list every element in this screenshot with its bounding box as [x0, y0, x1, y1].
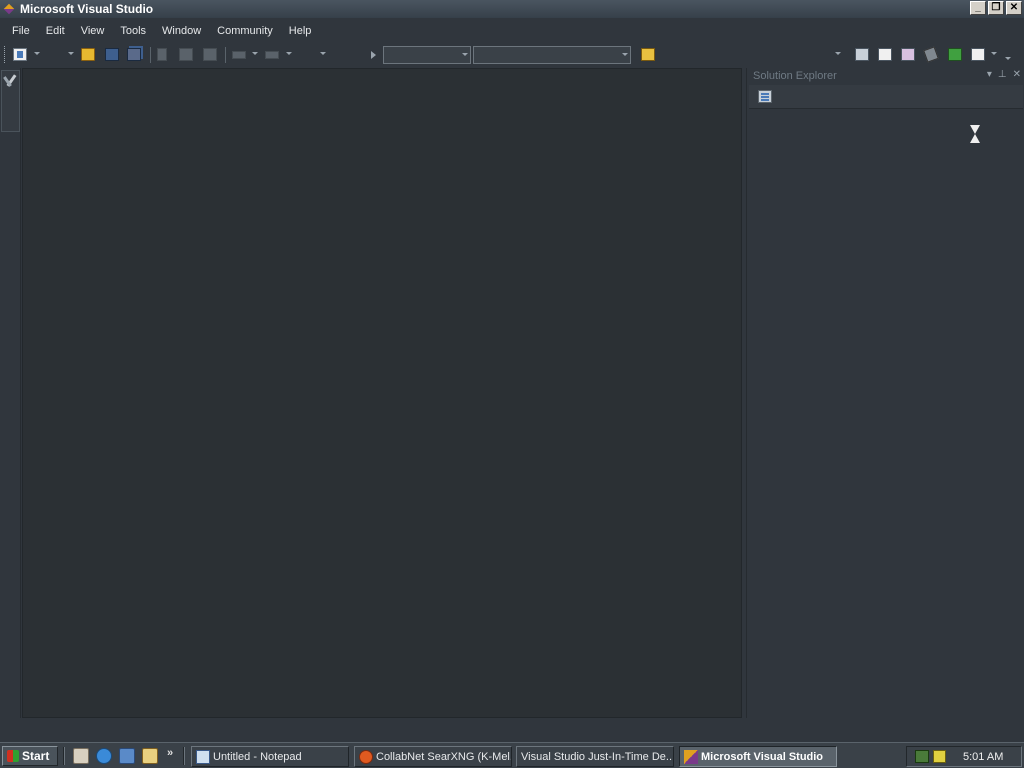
toolbox-strip: [0, 68, 21, 718]
close-icon[interactable]: ✕: [1013, 69, 1021, 80]
quicklaunch-more-button[interactable]: »: [167, 747, 173, 759]
command-window-icon[interactable]: [971, 48, 985, 61]
solution-explorer-header[interactable]: Solution Explorer ▾ ⊥ ✕: [747, 68, 1024, 84]
copy-icon[interactable]: [179, 48, 193, 61]
taskbar-button-label: CollabNet SearXNG (K-Mel...: [376, 750, 512, 763]
window-controls: _ ❐ ✕: [970, 1, 1022, 15]
find-dropdown-icon[interactable]: [835, 52, 841, 55]
taskbar-button-label: Visual Studio Just-In-Time De...: [521, 750, 674, 763]
toolbox-window-icon[interactable]: [923, 46, 939, 63]
hourglass-cursor-icon: [969, 124, 981, 144]
visual-studio-icon: [3, 2, 17, 16]
menu-edit[interactable]: Edit: [38, 25, 73, 37]
close-button[interactable]: ✕: [1006, 1, 1022, 15]
minimize-button[interactable]: _: [970, 1, 986, 15]
visual-studio-icon: [684, 749, 698, 764]
save-all-icon[interactable]: [127, 48, 141, 61]
solution-configuration-combo[interactable]: [383, 46, 471, 64]
network-icon[interactable]: [915, 750, 929, 763]
add-item-dropdown-icon[interactable]: [68, 52, 74, 55]
new-project-dropdown-icon[interactable]: [34, 52, 40, 55]
taskbar-separator: [183, 747, 185, 765]
taskbar-button-jit-debugger[interactable]: Visual Studio Just-In-Time De...: [516, 746, 674, 767]
editor-area[interactable]: [22, 68, 742, 718]
find-in-files-icon[interactable]: [641, 48, 655, 61]
new-project-icon[interactable]: [13, 48, 27, 61]
internet-explorer-icon[interactable]: [96, 748, 112, 764]
paste-icon[interactable]: [203, 48, 217, 61]
window-dropdown-icon[interactable]: [991, 52, 997, 55]
taskbar-button-notepad[interactable]: Untitled - Notepad: [191, 746, 349, 767]
solution-explorer-icon[interactable]: [855, 48, 869, 61]
start-page-icon[interactable]: [948, 48, 962, 61]
restore-button[interactable]: ❐: [988, 1, 1004, 15]
menu-community[interactable]: Community: [209, 25, 281, 37]
chevron-down-icon: [462, 53, 468, 56]
solution-explorer-title: Solution Explorer: [753, 70, 837, 82]
clock[interactable]: 5:01 AM: [963, 751, 1003, 763]
properties-window-icon[interactable]: [878, 48, 892, 61]
toolbar-separator: [150, 47, 151, 63]
save-icon[interactable]: [105, 48, 119, 61]
outlook-express-icon[interactable]: [119, 748, 135, 764]
security-alert-icon[interactable]: [933, 750, 946, 763]
system-tray: 5:01 AM: [906, 746, 1022, 767]
cut-icon[interactable]: [157, 48, 167, 61]
search-icon[interactable]: [142, 748, 158, 764]
taskbar-button-label: Untitled - Notepad: [213, 750, 302, 763]
redo-dropdown-icon[interactable]: [286, 52, 292, 55]
solution-platform-combo[interactable]: [473, 46, 631, 64]
menu-file[interactable]: File: [4, 25, 38, 37]
auto-hide-pin-icon[interactable]: ⊥: [998, 69, 1007, 80]
browser-icon: [359, 749, 373, 764]
menu-help[interactable]: Help: [281, 25, 320, 37]
menu-tools[interactable]: Tools: [112, 25, 154, 37]
undo-icon[interactable]: [232, 51, 246, 59]
standard-toolbar: [0, 43, 1024, 67]
toolbar-overflow-icon[interactable]: [1005, 57, 1011, 60]
taskbar-separator: [63, 747, 65, 765]
show-desktop-icon[interactable]: [73, 748, 89, 764]
solution-explorer-tree[interactable]: [749, 110, 1023, 716]
window-title: Microsoft Visual Studio: [20, 2, 154, 16]
toolbar-grip[interactable]: [4, 46, 7, 63]
taskbar-button-browser[interactable]: CollabNet SearXNG (K-Mel...: [354, 746, 512, 767]
start-label: Start: [22, 749, 50, 763]
window-position-dropdown-icon[interactable]: ▾: [987, 69, 992, 80]
solution-explorer-toolbar: [749, 85, 1023, 109]
taskbar: Start » Untitled - Notepad CollabNet Sea…: [0, 742, 1024, 768]
taskbar-button-visual-studio[interactable]: Microsoft Visual Studio: [679, 746, 837, 767]
taskbar-button-label: Microsoft Visual Studio: [701, 750, 824, 763]
navigate-dropdown-icon[interactable]: [320, 52, 326, 55]
menu-view[interactable]: View: [73, 25, 113, 37]
chevron-down-icon: [622, 53, 628, 56]
properties-icon[interactable]: [758, 90, 772, 103]
toolbar-separator: [225, 47, 226, 63]
open-file-icon[interactable]: [81, 48, 95, 61]
toolbox-tab[interactable]: [1, 70, 20, 132]
menu-bar: File Edit View Tools Window Community He…: [0, 20, 1024, 42]
toolbox-icon: [5, 74, 18, 87]
menu-window[interactable]: Window: [154, 25, 209, 37]
solution-explorer-panel: Solution Explorer ▾ ⊥ ✕: [746, 68, 1024, 718]
undo-dropdown-icon[interactable]: [252, 52, 258, 55]
start-debugging-icon[interactable]: [371, 51, 376, 59]
notepad-icon: [196, 749, 210, 764]
solution-explorer-header-buttons: ▾ ⊥ ✕: [987, 69, 1021, 80]
visual-studio-window: Microsoft Visual Studio _ ❐ ✕ File Edit …: [0, 0, 1024, 742]
title-bar[interactable]: Microsoft Visual Studio _ ❐ ✕: [0, 0, 1024, 18]
start-button[interactable]: Start: [2, 746, 58, 766]
object-browser-icon[interactable]: [901, 48, 915, 61]
windows-logo-icon: [7, 750, 19, 762]
redo-icon[interactable]: [265, 51, 279, 59]
